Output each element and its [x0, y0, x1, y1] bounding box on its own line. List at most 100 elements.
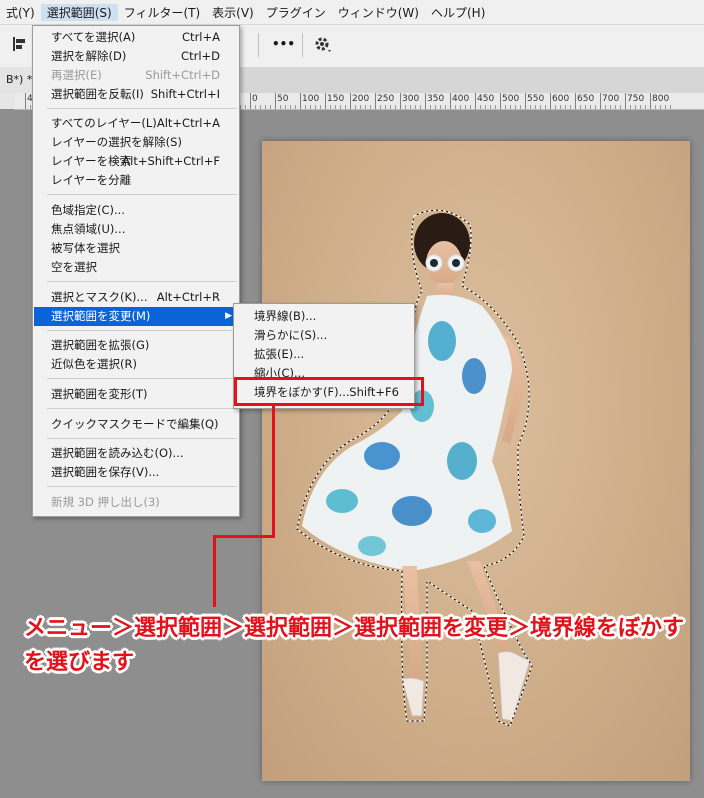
- menu-item-label: 選択範囲を保存(V)...: [51, 465, 160, 479]
- menu-item-isolate-layers[interactable]: レイヤーを分離: [34, 171, 238, 190]
- ruler-minor-tick: [380, 105, 381, 109]
- menu-item-label: 空を選択: [51, 260, 97, 274]
- menu-item-label: レイヤーの選択を解除(S): [51, 135, 182, 149]
- ruler-label: 650: [577, 94, 595, 104]
- ruler-minor-tick: [540, 105, 541, 109]
- align-left-icon[interactable]: [12, 36, 28, 56]
- ruler-tick: [650, 93, 651, 109]
- ruler-minor-tick: [505, 105, 506, 109]
- select-menu-dropdown: すべてを選択(A) Ctrl+A 選択を解除(D) Ctrl+D 再選択(E) …: [32, 25, 240, 517]
- menu-item-deselect-layers[interactable]: レイヤーの選択を解除(S): [34, 133, 238, 152]
- menu-item-shortcut: Ctrl+A: [182, 30, 220, 44]
- ruler-label: 250: [377, 94, 395, 104]
- menu-item-focus-area[interactable]: 焦点領域(U)...: [34, 220, 238, 239]
- ruler-minor-tick: [310, 105, 311, 109]
- ruler-minor-tick: [330, 105, 331, 109]
- gear-icon[interactable]: [314, 36, 332, 58]
- ruler-label: 150: [327, 94, 345, 104]
- menu-item-all-layers[interactable]: すべてのレイヤー(L) Alt+Ctrl+A: [34, 114, 238, 133]
- menu-item-label: 色域指定(C)...: [51, 203, 125, 217]
- menu-filter[interactable]: フィルター(T): [118, 4, 206, 21]
- ruler-label: 500: [502, 94, 520, 104]
- ruler-minor-tick: [340, 105, 341, 109]
- ruler-minor-tick: [495, 105, 496, 109]
- menu-item-load-selection[interactable]: 選択範囲を読み込む(O)...: [34, 444, 238, 463]
- ruler-label: 300: [402, 94, 420, 104]
- menu-item-find-layers[interactable]: レイヤーを検索 Alt+Shift+Ctrl+F: [34, 152, 238, 171]
- menu-item-3d-extrusion[interactable]: 新規 3D 押し出し(3): [34, 493, 238, 512]
- menu-item-similar[interactable]: 近似色を選択(R): [34, 355, 238, 374]
- ruler-minor-tick: [480, 105, 481, 109]
- ruler-label: 600: [552, 94, 570, 104]
- menu-item-shortcut: Alt+Ctrl+A: [156, 116, 220, 130]
- ruler-tick: [625, 93, 626, 109]
- photo-canvas[interactable]: [262, 141, 690, 781]
- ruler-minor-tick: [390, 105, 391, 109]
- ruler-minor-tick: [665, 105, 666, 109]
- menu-item-select-all[interactable]: すべてを選択(A) Ctrl+A: [34, 28, 238, 47]
- ruler-tick: [475, 93, 476, 109]
- more-options-button[interactable]: •••: [272, 37, 295, 51]
- menu-divider: [47, 330, 237, 331]
- callout-line: [213, 535, 216, 607]
- ruler-minor-tick: [610, 105, 611, 109]
- menu-item-reselect[interactable]: 再選択(E) Shift+Ctrl+D: [34, 66, 238, 85]
- ruler-label: 100: [302, 94, 320, 104]
- menu-item-modify[interactable]: 選択範囲を変更(M) ▶: [34, 307, 238, 326]
- menu-item-select-subject[interactable]: 被写体を選択: [34, 239, 238, 258]
- menu-item-label: 近似色を選択(R): [51, 357, 137, 371]
- ruler-label: 750: [627, 94, 645, 104]
- ruler-minor-tick: [370, 105, 371, 109]
- ruler-minor-tick: [405, 105, 406, 109]
- menu-window[interactable]: ウィンドウ(W): [332, 4, 425, 21]
- menu-item-select-and-mask[interactable]: 選択とマスク(K)... Alt+Ctrl+R: [34, 288, 238, 307]
- ruler-label: 800: [652, 94, 670, 104]
- submenu-item-smooth[interactable]: 滑らかに(S)...: [235, 326, 413, 345]
- menu-select[interactable]: 選択範囲(S): [40, 3, 118, 21]
- menu-item-quick-mask[interactable]: クイックマスクモードで編集(Q): [34, 415, 238, 434]
- ruler-minor-tick: [615, 105, 616, 109]
- ruler-minor-tick: [320, 105, 321, 109]
- ruler-minor-tick: [280, 105, 281, 109]
- menu-plugins[interactable]: プラグイン: [260, 4, 332, 21]
- ruler-minor-tick: [490, 105, 491, 109]
- ruler-tick: [600, 93, 601, 109]
- menu-item-inverse[interactable]: 選択範囲を反転(I) Shift+Ctrl+I: [34, 85, 238, 104]
- ruler-label: 550: [527, 94, 545, 104]
- ruler-minor-tick: [270, 105, 271, 109]
- menu-view[interactable]: 表示(V): [206, 4, 260, 21]
- ruler-tick: [375, 93, 376, 109]
- submenu-item-border[interactable]: 境界線(B)...: [235, 307, 413, 326]
- ruler-minor-tick: [265, 105, 266, 109]
- ruler-label: 700: [602, 94, 620, 104]
- ruler-minor-tick: [290, 105, 291, 109]
- ruler-minor-tick: [255, 105, 256, 109]
- submenu-item-label: 滑らかに(S)...: [254, 328, 328, 342]
- menu-item-grow[interactable]: 選択範囲を拡張(G): [34, 336, 238, 355]
- menu-item-label: 再選択(E): [51, 68, 102, 82]
- menu-item-color-range[interactable]: 色域指定(C)...: [34, 201, 238, 220]
- ruler-minor-tick: [485, 105, 486, 109]
- menu-item-select-sky[interactable]: 空を選択: [34, 258, 238, 277]
- ruler-minor-tick: [410, 105, 411, 109]
- menu-item-save-selection[interactable]: 選択範囲を保存(V)...: [34, 463, 238, 482]
- menu-item-deselect[interactable]: 選択を解除(D) Ctrl+D: [34, 47, 238, 66]
- ruler-label: 450: [477, 94, 495, 104]
- menu-divider: [47, 408, 237, 409]
- ruler-minor-tick: [630, 105, 631, 109]
- ruler-minor-tick: [245, 105, 246, 109]
- submenu-item-label: 境界線(B)...: [254, 309, 317, 323]
- ruler-minor-tick: [305, 105, 306, 109]
- menu-bar: 式(Y) 選択範囲(S) フィルター(T) 表示(V) プラグイン ウィンドウ(…: [0, 0, 704, 24]
- ruler-label: 50: [277, 94, 289, 104]
- instruction-line-2: を選びます: [24, 650, 135, 675]
- ruler-minor-tick: [470, 105, 471, 109]
- ruler-minor-tick: [605, 105, 606, 109]
- ruler-tick: [500, 93, 501, 109]
- ruler-minor-tick: [440, 105, 441, 109]
- menu-help[interactable]: ヘルプ(H): [425, 4, 491, 21]
- menu-type[interactable]: 式(Y): [0, 4, 41, 21]
- menu-item-transform-selection[interactable]: 選択範囲を変形(T): [34, 385, 238, 404]
- submenu-item-expand[interactable]: 拡張(E)...: [235, 345, 413, 364]
- ruler-minor-tick: [460, 105, 461, 109]
